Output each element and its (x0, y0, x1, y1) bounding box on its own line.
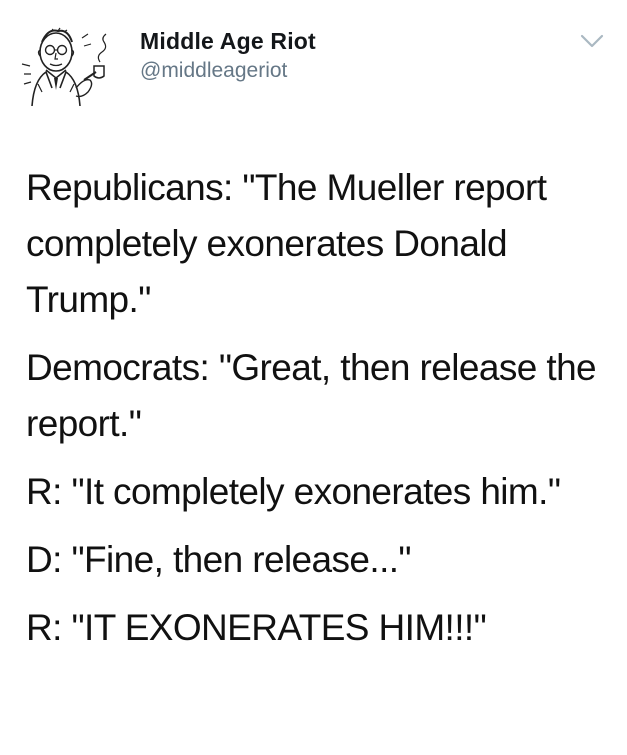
avatar[interactable] (18, 18, 128, 108)
cartoon-man-with-pipe-icon (21, 27, 107, 107)
tweet-paragraph: R: "IT EXONERATES HIM!!!" (26, 607, 487, 648)
user-handle[interactable]: @middleageriot (140, 56, 316, 86)
chevron-down-icon (580, 34, 604, 48)
tweet-paragraph: R: "It completely exonerates him." (26, 471, 561, 512)
tweet-paragraph: Republicans: "The Mueller report complet… (26, 167, 547, 320)
tweet-header: Middle Age Riot @middleageriot (0, 0, 627, 120)
more-options-button[interactable] (579, 32, 605, 50)
tweet-text: Republicans: "The Mueller report complet… (26, 160, 616, 656)
tweet-paragraph: D: "Fine, then release..." (26, 539, 412, 580)
user-meta: Middle Age Riot @middleageriot (140, 26, 316, 86)
display-name[interactable]: Middle Age Riot (140, 26, 316, 56)
tweet-paragraph: Democrats: "Great, then release the repo… (26, 347, 597, 444)
